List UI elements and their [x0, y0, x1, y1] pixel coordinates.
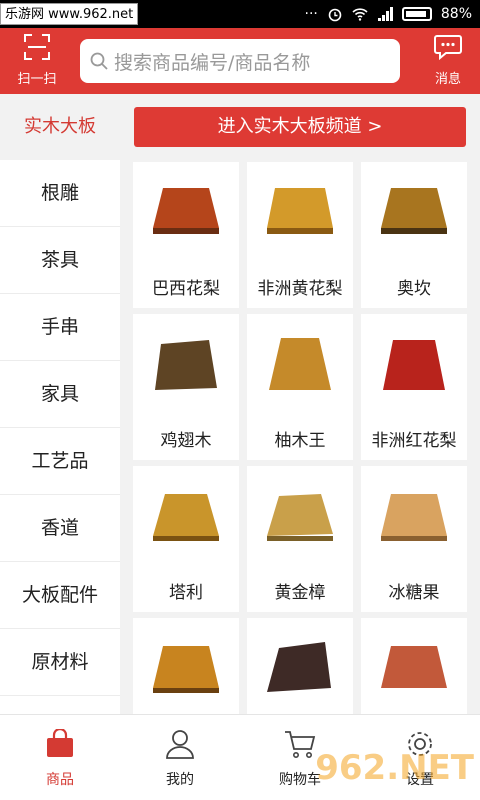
product-card[interactable]: 非洲黄花梨: [247, 162, 353, 308]
bag-icon: [47, 727, 73, 757]
wood-slab-image: [267, 494, 333, 541]
product-card[interactable]: [133, 618, 239, 714]
wood-slab-image: [153, 188, 219, 234]
product-name: 鸡翅木: [160, 431, 212, 451]
scan-label: 扫一扫: [17, 72, 57, 87]
wood-slab-image: [267, 642, 331, 692]
product-name: 柚木王: [274, 431, 326, 451]
bottom-tab-bar: 商品 我的 购物车 设置 962.NET: [0, 714, 480, 800]
alarm-icon: [328, 8, 342, 22]
wood-slab-shape: [381, 646, 447, 688]
scan-icon: [24, 34, 50, 60]
status-icons: ··· 88%: [305, 0, 472, 28]
product-grid: 巴西花梨 非洲黄花梨 奥坎 鸡翅木 柚木王 非洲红花梨 塔利 黄金樟 冰糖果: [133, 160, 469, 714]
product-card[interactable]: 鸡翅木: [133, 314, 239, 460]
product-card[interactable]: 巴西花梨: [133, 162, 239, 308]
tab-label: 我的: [166, 772, 194, 788]
wood-slab-image: [381, 188, 447, 234]
category-header: 实木大板 进入实木大板频道 >: [0, 94, 480, 160]
sidebar-item[interactable]: 香道: [0, 495, 120, 562]
watermark-logo: 962.NET: [315, 748, 474, 788]
category-sidebar: 根雕 茶具 手串 家具 工艺品 香道 大板配件 原材料: [0, 160, 120, 714]
sidebar-item[interactable]: 家具: [0, 361, 120, 428]
wood-slab-image: [153, 646, 219, 693]
wood-slab-shape: [381, 494, 447, 536]
wood-slab-image: [155, 340, 217, 390]
sidebar-item[interactable]: 原材料: [0, 629, 120, 696]
search-placeholder: 搜索商品编号/商品名称: [114, 51, 311, 74]
wood-slab-shape: [267, 188, 333, 228]
wood-slab-shape: [153, 646, 219, 688]
wifi-icon: [352, 8, 368, 21]
product-name: 塔利: [169, 583, 203, 603]
sidebar-item[interactable]: 茶具: [0, 227, 120, 294]
product-name: 黄金樟: [274, 583, 326, 603]
message-button[interactable]: 消息: [428, 34, 468, 87]
product-name: 非洲黄花梨: [257, 279, 343, 299]
scan-button[interactable]: 扫一扫: [14, 34, 60, 87]
product-name: 奥坎: [397, 279, 431, 299]
wood-slab-shape: [155, 340, 217, 390]
wood-slab-shape: [153, 494, 219, 536]
product-name: 冰糖果: [388, 583, 440, 603]
wood-slab-shape: [153, 188, 219, 228]
search-icon: [90, 52, 108, 70]
product-card[interactable]: [247, 618, 353, 714]
message-label: 消息: [434, 72, 461, 87]
sidebar-item[interactable]: 根雕: [0, 160, 120, 227]
search-input[interactable]: 搜索商品编号/商品名称: [80, 39, 400, 83]
message-icon: [434, 35, 462, 61]
product-card[interactable]: [361, 618, 467, 714]
product-name: 非洲红花梨: [371, 431, 457, 451]
category-title: 实木大板: [24, 116, 96, 137]
product-card[interactable]: 冰糖果: [361, 466, 467, 612]
watermark-badge: 乐游网 www.962.net: [0, 3, 139, 25]
dots-icon: ···: [304, 6, 318, 22]
product-name: 巴西花梨: [152, 279, 220, 299]
sidebar-item[interactable]: 工艺品: [0, 428, 120, 495]
product-card[interactable]: 黄金樟: [247, 466, 353, 612]
enter-channel-button[interactable]: 进入实木大板频道 >: [134, 107, 466, 147]
wood-slab-shape: [269, 338, 331, 390]
tab-mine[interactable]: 我的: [140, 729, 220, 789]
wood-slab-image: [381, 646, 447, 688]
wood-slab-image: [383, 340, 445, 390]
wood-slab-image: [267, 188, 333, 234]
cart-icon: [285, 731, 316, 758]
wood-slab-shape: [267, 494, 333, 536]
wood-slab-image: [153, 494, 219, 541]
product-card[interactable]: 柚木王: [247, 314, 353, 460]
wood-slab-image: [269, 338, 331, 390]
product-card[interactable]: 奥坎: [361, 162, 467, 308]
sidebar-item[interactable]: 大板配件: [0, 562, 120, 629]
product-card[interactable]: 塔利: [133, 466, 239, 612]
tab-label: 商品: [46, 772, 74, 788]
wood-slab-image: [381, 494, 447, 541]
app-header: 扫一扫 搜索商品编号/商品名称 消息: [0, 28, 480, 94]
battery-percent: 88%: [440, 6, 472, 22]
person-icon: [166, 730, 194, 759]
tab-products[interactable]: 商品: [20, 727, 100, 789]
battery-icon: [401, 7, 432, 21]
wood-slab-shape: [381, 188, 447, 228]
product-card[interactable]: 非洲红花梨: [361, 314, 467, 460]
wood-slab-shape: [267, 642, 331, 692]
wood-slab-shape: [383, 340, 445, 390]
status-bar: 乐游网 www.962.net ··· 88%: [0, 0, 480, 28]
sidebar-item[interactable]: 手串: [0, 294, 120, 361]
signal-icon: [377, 7, 393, 21]
